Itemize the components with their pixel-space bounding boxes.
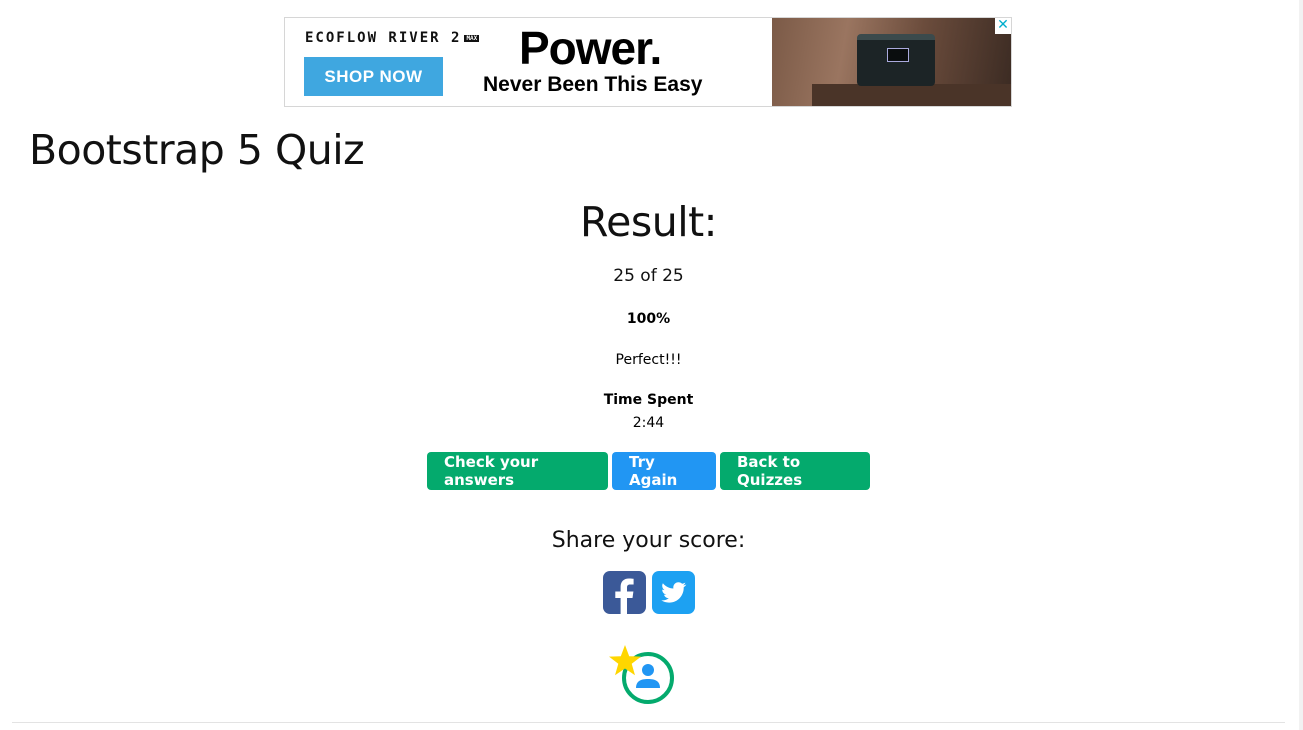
ad-banner[interactable]: ECOFLOW RIVER 2 MAX SHOP NOW Power. Never…: [284, 17, 1012, 107]
ad-subline: Never Been This Easy: [483, 73, 703, 96]
ad-headline: Power.: [519, 22, 662, 74]
score-percent: 100%: [626, 311, 671, 327]
page-title: Bootstrap 5 Quiz: [29, 126, 365, 174]
result-title: Result:: [580, 198, 718, 246]
ad-shop-now-button[interactable]: SHOP NOW: [304, 57, 443, 96]
twitter-icon[interactable]: [652, 571, 695, 614]
time-spent-value: 2:44: [632, 415, 665, 431]
scrollbar-track[interactable]: [1299, 0, 1303, 730]
try-again-button[interactable]: Try Again: [612, 452, 716, 490]
score-text: 25 of 25: [613, 266, 684, 286]
check-answers-button[interactable]: Check your answers: [427, 452, 608, 490]
ad-close-icon[interactable]: ✕: [995, 18, 1011, 34]
result-message: Perfect!!!: [615, 352, 682, 368]
share-title: Share your score:: [551, 528, 746, 553]
time-spent-label: Time Spent: [603, 392, 694, 408]
footer-divider: [12, 722, 1285, 723]
profile-star-icon[interactable]: [608, 644, 678, 706]
ad-product-image: [772, 18, 1011, 106]
back-to-quizzes-button[interactable]: Back to Quizzes: [720, 452, 870, 490]
ad-brand-logo: ECOFLOW RIVER 2 MAX: [305, 30, 480, 46]
share-buttons: [603, 571, 695, 614]
facebook-icon[interactable]: [603, 571, 646, 614]
result-actions: Check your answers Try Again Back to Qui…: [0, 452, 1297, 490]
